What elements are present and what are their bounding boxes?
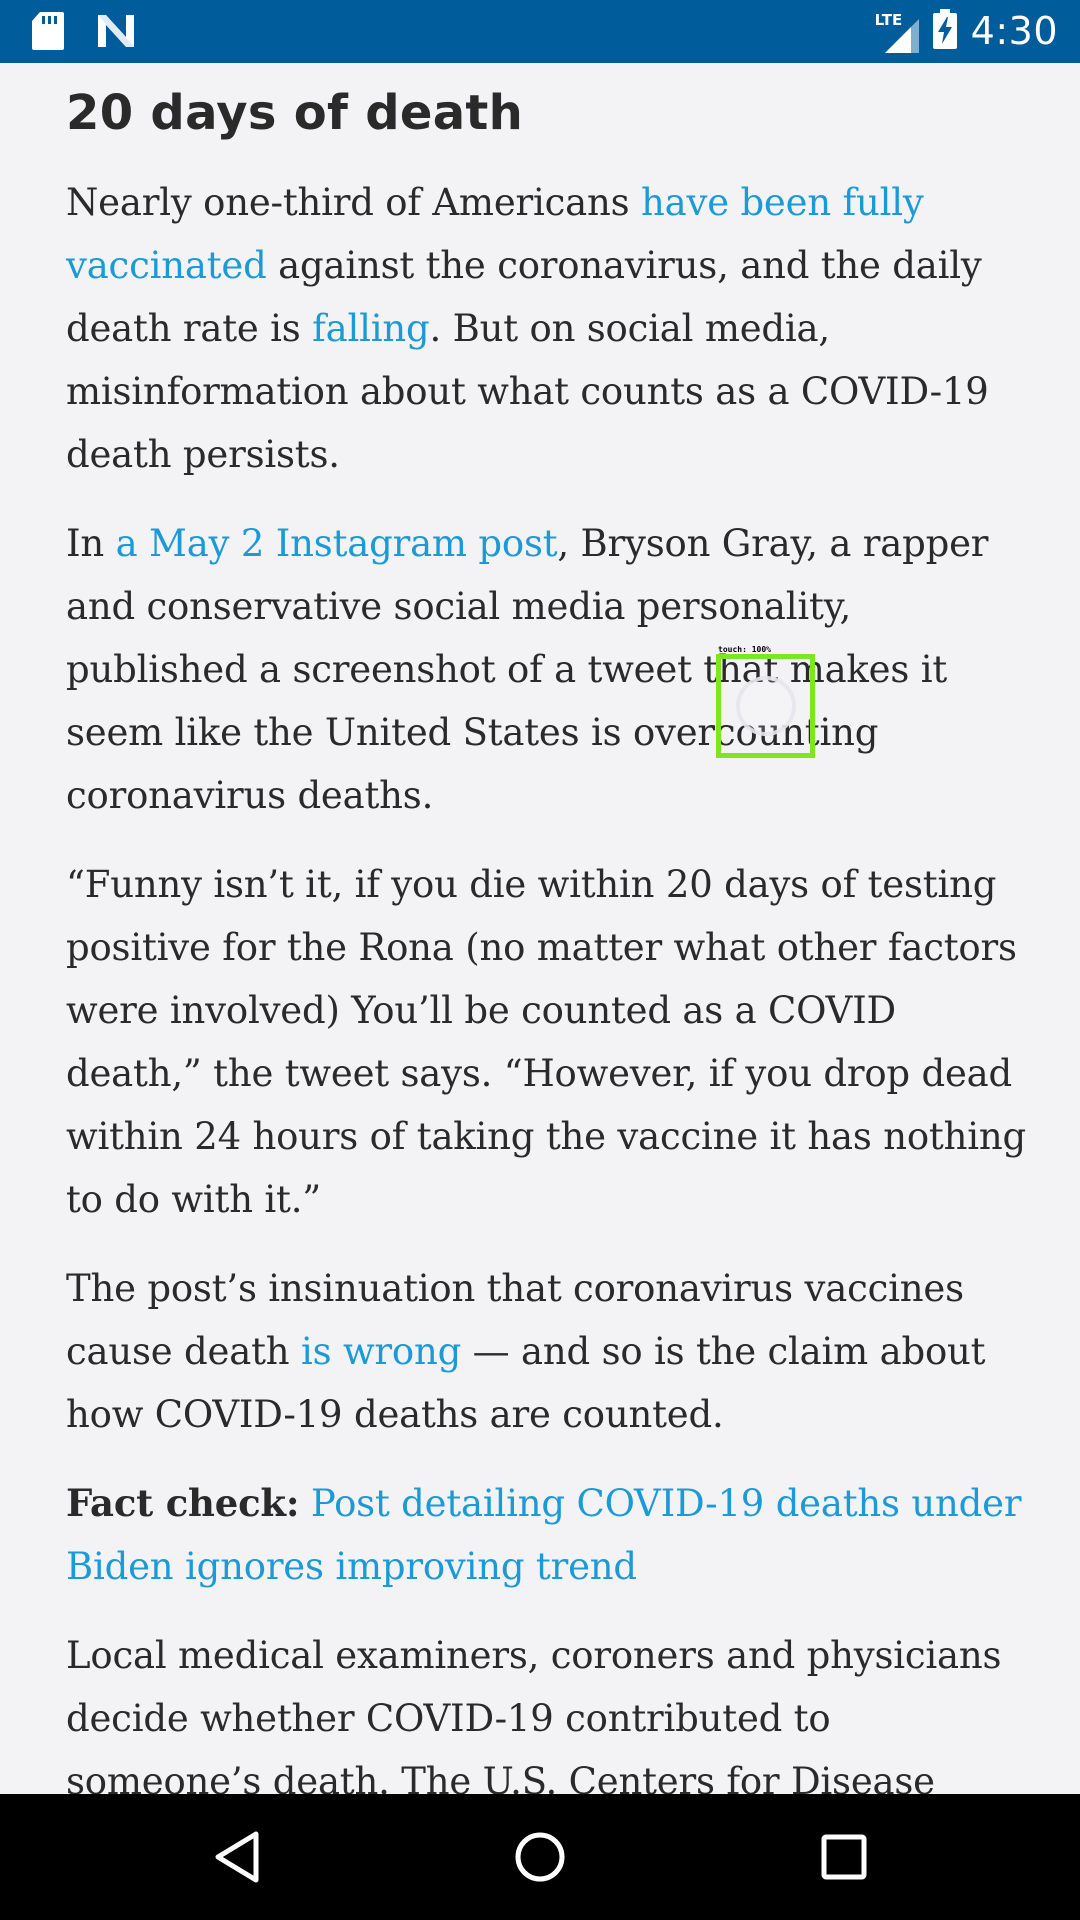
home-button[interactable] xyxy=(510,1827,570,1887)
paragraph-1: Nearly one-third of Americans have been … xyxy=(66,181,989,476)
signal-icon: LTE xyxy=(875,9,919,53)
back-button[interactable] xyxy=(207,1827,267,1887)
paragraph-6: Local medical examiners, coroners and ph… xyxy=(66,1634,1002,1794)
paragraph-4: The post’s insinuation that coronavirus … xyxy=(66,1267,986,1436)
link-falling[interactable]: falling xyxy=(312,307,430,350)
back-triangle-icon xyxy=(215,1831,259,1883)
link-may-2-instagram-post[interactable]: a May 2 Instagram post xyxy=(116,522,558,565)
link-is-wrong[interactable]: is wrong xyxy=(301,1330,461,1373)
status-bar: LTE 4:30 xyxy=(0,0,1080,63)
paragraph-3-quote: “Funny isn’t it, if you die within 20 da… xyxy=(66,863,1026,1221)
touch-indicator-label: touch: 100% xyxy=(718,645,771,654)
fact-check-label: Fact check: xyxy=(66,1481,300,1525)
paragraph-2: In a May 2 Instagram post, Bryson Gray, … xyxy=(66,522,989,817)
battery-charging-icon xyxy=(932,9,957,53)
section-heading: 20 days of death xyxy=(66,85,524,141)
fact-check-paragraph: Fact check: Post detailing COVID-19 deat… xyxy=(66,1472,1026,1598)
home-circle-icon xyxy=(515,1832,565,1882)
sd-card-icon xyxy=(32,12,64,54)
notification-n-icon xyxy=(96,13,136,53)
navigation-bar xyxy=(0,1794,1080,1920)
touch-ripple-circle xyxy=(736,676,796,736)
clock-time: 4:30 xyxy=(970,9,1058,53)
article-scroll-area[interactable]: 20 days of death Nearly one-third of Ame… xyxy=(0,63,1080,1794)
recents-square-icon xyxy=(821,1834,867,1880)
recents-button[interactable] xyxy=(814,1827,874,1887)
article-body: 20 days of death Nearly one-third of Ame… xyxy=(66,63,1026,1794)
